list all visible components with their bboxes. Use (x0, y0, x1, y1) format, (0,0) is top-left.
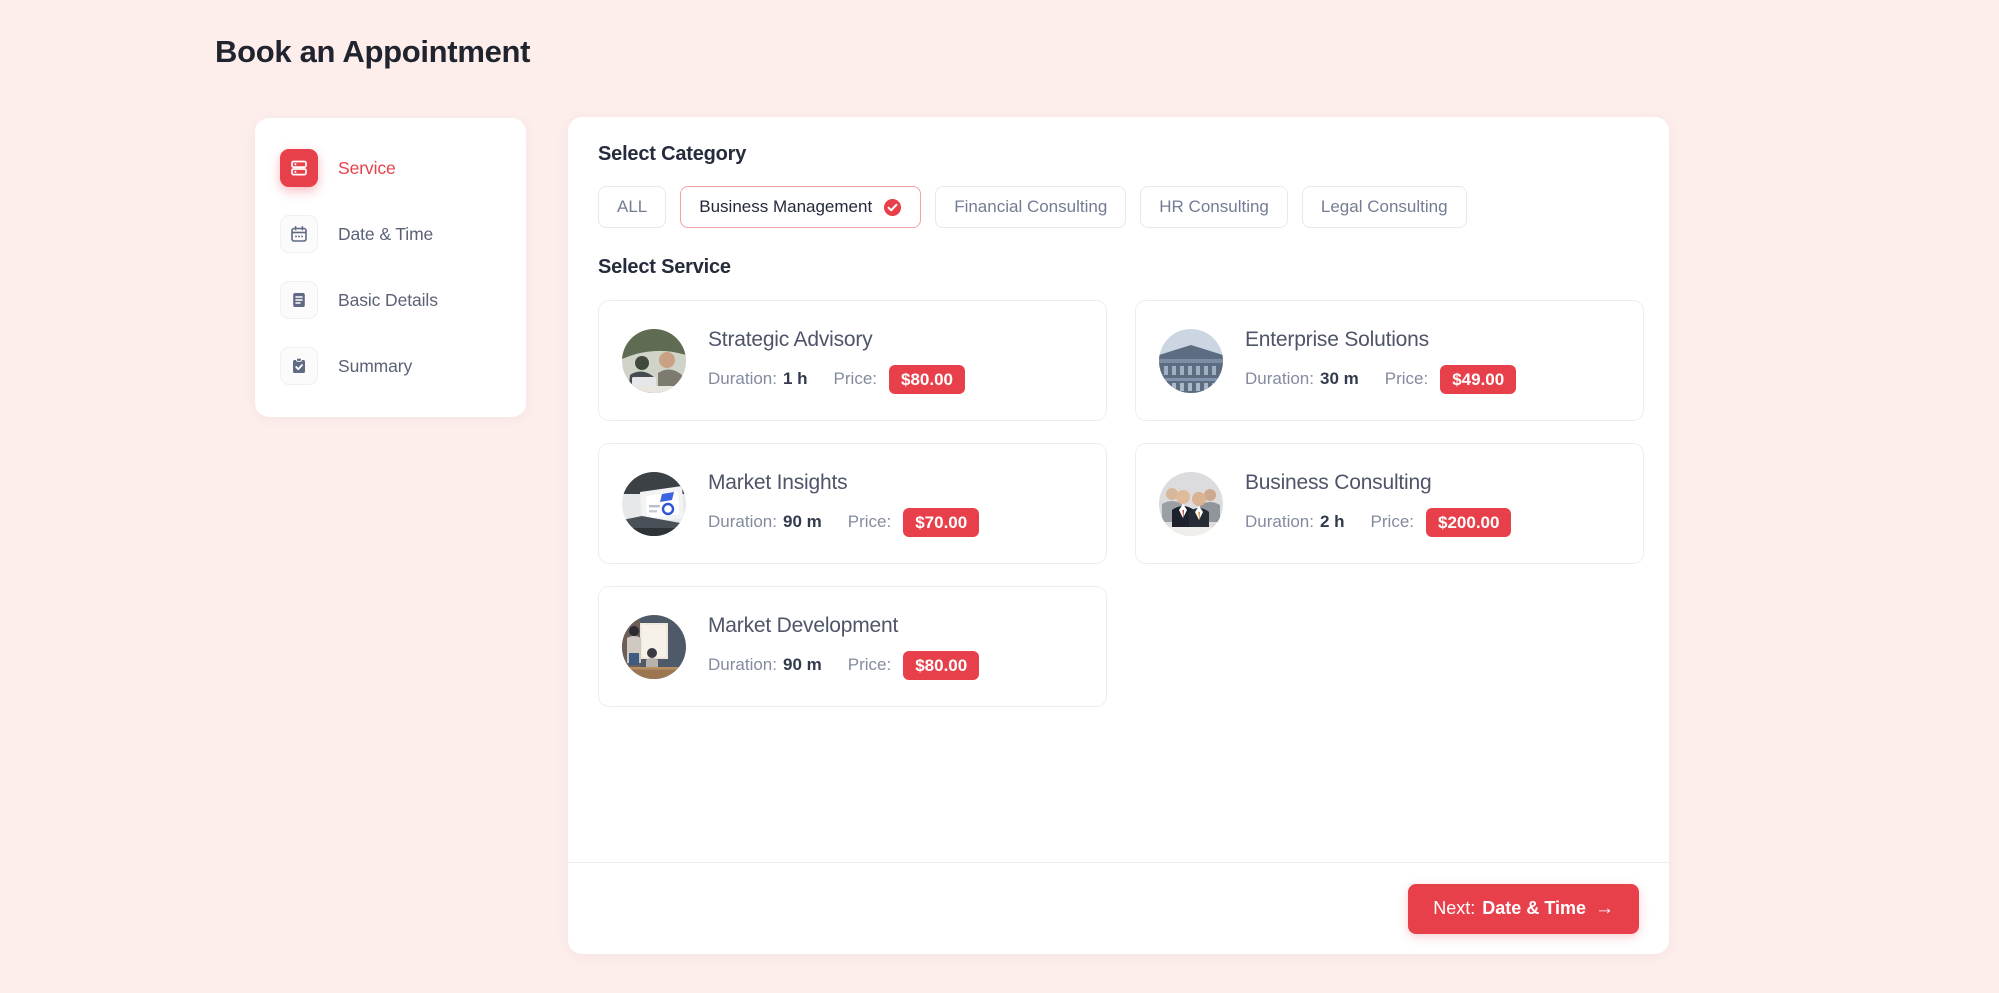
document-lines-icon (280, 281, 318, 319)
category-chip-business-management[interactable]: Business Management (680, 186, 922, 228)
business-meeting-photo (1159, 471, 1223, 536)
duration-label: Duration: (708, 655, 777, 674)
next-prefix-label: Next: (1433, 898, 1476, 918)
select-category-heading: Select Category (598, 143, 747, 165)
service-meta: Duration: 90 m Price: $80.00 (708, 650, 980, 680)
select-service-heading: Select Service (598, 256, 731, 278)
category-chip-label: ALL (617, 197, 648, 216)
panel-footer: Next: Date & Time → (568, 862, 1669, 954)
service-name: Market Development (708, 613, 899, 637)
laptop-screen-photo (622, 471, 686, 536)
sidebar-step-service[interactable]: Service (255, 142, 526, 194)
check-circle-icon (884, 198, 902, 216)
price-badge: $200.00 (1426, 507, 1512, 537)
sidebar-step-label: Date & Time (338, 223, 434, 244)
service-card[interactable]: Market Development Duration: 90 m Price:… (598, 586, 1107, 707)
duration-label: Duration: (1245, 369, 1314, 388)
category-chip-hr-consulting[interactable]: HR Consulting (1140, 186, 1288, 228)
duration-value: 1 h (782, 369, 808, 388)
category-chip-label: HR Consulting (1159, 197, 1269, 216)
price-label: Price: (847, 512, 892, 531)
sidebar-step-date-time[interactable]: Date & Time (255, 208, 526, 260)
service-meta: Duration: 90 m Price: $70.00 (708, 507, 980, 537)
service-name: Strategic Advisory (708, 327, 873, 351)
duration-label: Duration: (708, 512, 777, 531)
category-chip-all[interactable]: ALL (598, 186, 667, 228)
service-meta: Duration: 30 m Price: $49.00 (1245, 364, 1517, 394)
arrow-right-icon: → (1595, 897, 1614, 919)
price-label: Price: (1370, 512, 1415, 531)
price-label: Price: (847, 655, 892, 674)
sidebar-step-label: Service (338, 157, 396, 178)
next-step-button[interactable]: Next: Date & Time → (1408, 883, 1639, 934)
steps-sidebar: Service Date & Time Basic Details Summar… (255, 118, 526, 417)
price-badge: $70.00 (903, 507, 980, 537)
price-badge: $49.00 (1440, 364, 1517, 394)
price-badge: $80.00 (889, 364, 966, 394)
office-building-photo (1159, 328, 1223, 393)
next-target-label: Date & Time (1482, 898, 1586, 918)
duration-label: Duration: (708, 369, 777, 388)
price-badge: $80.00 (903, 650, 980, 680)
people-at-laptop-photo (622, 328, 686, 393)
server-list-icon (280, 149, 318, 187)
service-card-text: Market Insights Duration: 90 m Price: $7… (708, 470, 980, 537)
sidebar-step-basic-details[interactable]: Basic Details (255, 274, 526, 326)
category-chip-label: Business Management (699, 197, 873, 216)
price-label: Price: (1384, 369, 1429, 388)
booking-main-panel: Select Category ALL Business Management … (568, 117, 1669, 954)
category-chip-label: Legal Consulting (1320, 197, 1448, 216)
sidebar-step-label: Basic Details (338, 289, 438, 310)
category-filter-row: ALL Business Management Financial Consul… (598, 186, 1639, 228)
service-name: Market Insights (708, 470, 848, 494)
duration-value: 2 h (1319, 512, 1345, 531)
price-label: Price: (833, 369, 878, 388)
service-card[interactable]: Strategic Advisory Duration: 1 h Price: … (598, 300, 1107, 421)
calendar-icon (280, 215, 318, 253)
service-card-text: Enterprise Solutions Duration: 30 m Pric… (1245, 327, 1517, 394)
duration-value: 90 m (782, 512, 822, 531)
service-cards-grid: Strategic Advisory Duration: 1 h Price: … (598, 300, 1644, 707)
category-chip-financial-consulting[interactable]: Financial Consulting (935, 186, 1127, 228)
service-card-text: Strategic Advisory Duration: 1 h Price: … (708, 327, 966, 394)
clipboard-check-icon (280, 347, 318, 385)
category-chip-label: Financial Consulting (954, 197, 1108, 216)
service-meta: Duration: 2 h Price: $200.00 (1245, 507, 1512, 537)
sidebar-step-summary[interactable]: Summary (255, 340, 526, 392)
service-name: Business Consulting (1245, 470, 1432, 494)
duration-value: 30 m (1319, 369, 1359, 388)
service-name: Enterprise Solutions (1245, 327, 1429, 351)
page-title: Book an Appointment (215, 34, 531, 69)
service-card[interactable]: Enterprise Solutions Duration: 30 m Pric… (1135, 300, 1644, 421)
service-meta: Duration: 1 h Price: $80.00 (708, 364, 966, 394)
service-card-text: Business Consulting Duration: 2 h Price:… (1245, 470, 1512, 537)
duration-label: Duration: (1245, 512, 1314, 531)
whiteboard-presentation-photo (622, 614, 686, 679)
category-chip-legal-consulting[interactable]: Legal Consulting (1301, 186, 1467, 228)
service-card-text: Market Development Duration: 90 m Price:… (708, 613, 980, 680)
service-card[interactable]: Market Insights Duration: 90 m Price: $7… (598, 443, 1107, 564)
sidebar-step-label: Summary (338, 355, 413, 376)
service-card[interactable]: Business Consulting Duration: 2 h Price:… (1135, 443, 1644, 564)
duration-value: 90 m (782, 655, 822, 674)
